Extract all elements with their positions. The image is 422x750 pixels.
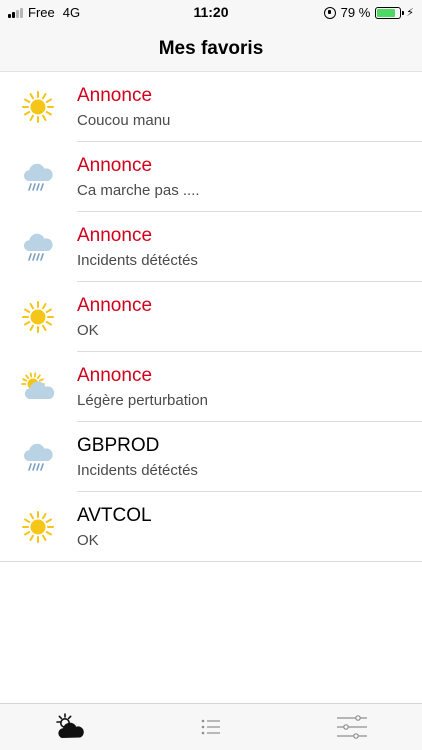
charging-icon: ⚡︎ xyxy=(406,7,414,19)
list-item[interactable]: AVTCOL OK xyxy=(0,492,422,562)
status-right: 79 % ⚡︎ xyxy=(323,5,414,20)
battery-fill xyxy=(377,8,395,17)
partly-cloudy-icon xyxy=(20,371,56,403)
settings-sliders-icon xyxy=(336,715,367,739)
list-item[interactable]: Annonce Incidents détéctés xyxy=(0,212,422,282)
weather-tab-icon xyxy=(56,713,85,738)
item-subtitle: Ca marche pas .... xyxy=(77,182,200,199)
item-title: Annonce xyxy=(77,155,153,176)
item-title: AVTCOL xyxy=(77,505,152,526)
item-subtitle: Légère perturbation xyxy=(77,392,208,409)
item-title: Annonce xyxy=(77,295,153,316)
item-title: Annonce xyxy=(77,85,153,106)
list-item[interactable]: Annonce Ca marche pas .... xyxy=(0,142,422,212)
list-tab-icon xyxy=(201,719,220,735)
orientation-lock-icon xyxy=(323,6,336,19)
item-subtitle: OK xyxy=(77,322,99,339)
status-bar: Free 4G 11:20 79 % ⚡︎ xyxy=(0,0,422,26)
item-subtitle: Incidents détéctés xyxy=(77,252,198,269)
list-item[interactable]: Annonce Légère perturbation xyxy=(0,352,422,422)
sun-icon xyxy=(20,511,56,543)
navigation-bar: Mes favoris xyxy=(0,26,422,72)
favorites-list: Annonce Coucou manu Annonce Ca marche pa… xyxy=(0,72,422,562)
list-item[interactable]: GBPROD Incidents détéctés xyxy=(0,422,422,492)
sun-icon xyxy=(20,301,56,333)
item-subtitle: OK xyxy=(77,532,99,549)
item-title: GBPROD xyxy=(77,435,160,456)
app-screen: Free 4G 11:20 79 % ⚡︎ Mes favoris Annonc… xyxy=(0,0,422,750)
sun-icon xyxy=(20,91,56,123)
tab-settings[interactable] xyxy=(281,704,422,750)
list-item[interactable]: Annonce Coucou manu xyxy=(0,72,422,142)
rain-cloud-icon xyxy=(20,231,56,263)
rain-cloud-icon xyxy=(20,441,56,473)
tab-bar xyxy=(0,703,422,750)
tab-weather[interactable] xyxy=(0,704,141,750)
item-subtitle: Incidents détéctés xyxy=(77,462,198,479)
battery-percent: 79 % xyxy=(340,5,371,20)
list-item[interactable]: Annonce OK xyxy=(0,282,422,352)
item-title: Annonce xyxy=(77,225,153,246)
page-title: Mes favoris xyxy=(158,37,264,59)
item-title: Annonce xyxy=(77,365,153,386)
battery-icon xyxy=(375,6,405,19)
tab-list[interactable] xyxy=(141,704,282,750)
rain-cloud-icon xyxy=(20,161,56,193)
item-subtitle: Coucou manu xyxy=(77,112,171,129)
